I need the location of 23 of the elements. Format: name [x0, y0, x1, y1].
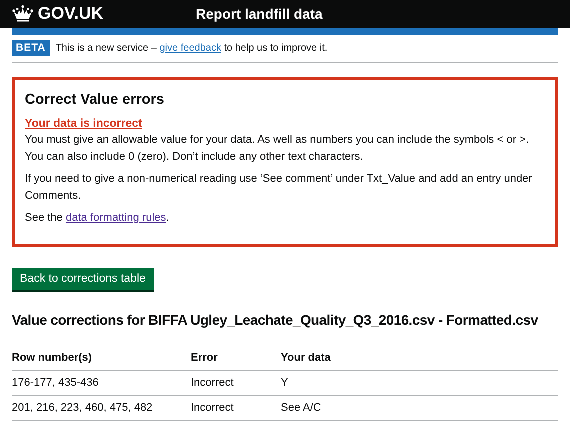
service-name-link[interactable]: Report landfill data: [196, 6, 323, 22]
feedback-link[interactable]: give feedback: [160, 42, 222, 54]
column-header: Row number(s): [12, 346, 191, 370]
error-description: You must give an allowable value for your data. As well as numbers you can include the symbols < or >. You can also include 0 (zero). Don’t include any other text characters.: [25, 133, 530, 165]
column-header: Your data: [281, 346, 558, 370]
error-link[interactable]: Your data is incorrect: [25, 118, 142, 130]
page-heading: Value corrections for BIFFA Ugley_Leachate_Quality_Q3_2016.csv - Formatted.csv: [12, 312, 540, 328]
table-cell: 201, 216, 223, 460, 475, 482: [12, 396, 191, 420]
formatting-rules-text: See the data formatting rules.: [25, 211, 170, 226]
crown-icon: [12, 5, 34, 23]
table-cell: See A/C: [281, 396, 558, 420]
table-cell: 176-177, 435-436: [12, 370, 191, 396]
error-summary-title: Correct Value errors: [25, 92, 166, 108]
column-header: Error: [191, 346, 281, 370]
table-cell: Incorrect: [191, 396, 281, 420]
phase-banner-text: This is a new service – give feedback to help us to improve it.: [56, 42, 328, 54]
formatting-rules-link[interactable]: data formatting rules: [66, 212, 166, 224]
table-cell: Y: [281, 370, 558, 396]
gov-uk-logo-link[interactable]: GOV.UK: [12, 4, 196, 24]
back-button[interactable]: Back to corrections table: [12, 268, 154, 290]
table-cell: Incorrect: [191, 370, 281, 396]
phase-tag: BETA: [12, 40, 50, 56]
error-description: If you need to give a non-numerical reading use ‘See comment’ under Txt_Value and add an entry under Comments.: [25, 172, 534, 204]
